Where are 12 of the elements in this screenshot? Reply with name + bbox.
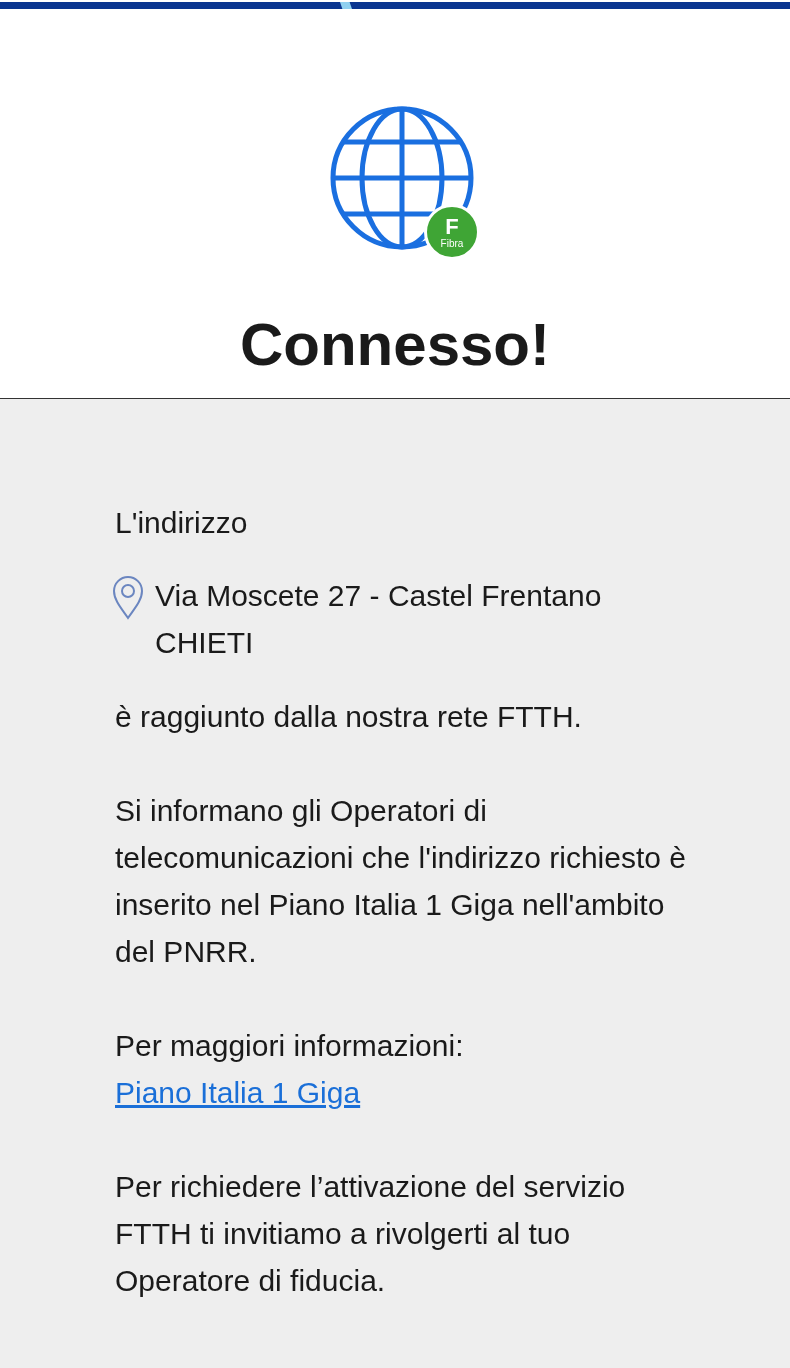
intro-text: L'indirizzo — [115, 505, 249, 541]
piano-link[interactable]: Piano Italia 1 Giga — [115, 1076, 361, 1109]
more-info-label: Per maggiori informazioni: — [115, 1028, 465, 1064]
bar-accent — [340, 2, 352, 9]
address-line: CHIETI — [155, 625, 255, 661]
notice-text: Si informano gli Operatori di telecomunicazioni che l'indirizzo richiesto è inserito nel Piano Italia 1 Giga nell'ambito del PNRR. — [115, 793, 687, 970]
fiber-badge: F Fibra — [424, 204, 480, 260]
activation-text: Per richiedere l’attivazione del servizio FTTH ti invitiamo a rivolgerti al tuo Operatore di fiducia. — [115, 1169, 627, 1299]
address-line: Via Moscete 27 - Castel Frentano — [155, 578, 602, 614]
location-pin-icon — [111, 574, 145, 622]
status-title: Connesso! — [240, 310, 550, 379]
coverage-text: è raggiunto dalla nostra rete FTTH. — [115, 699, 583, 735]
